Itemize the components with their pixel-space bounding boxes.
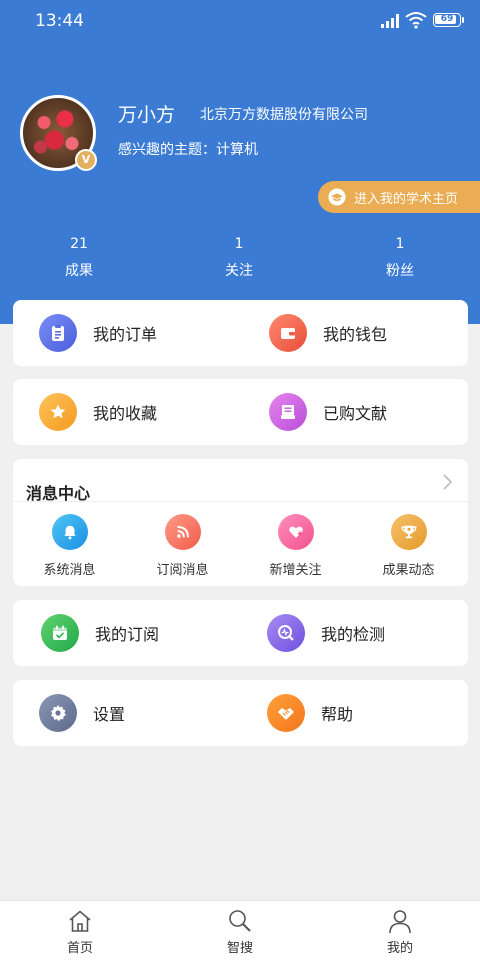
person-icon	[389, 910, 411, 934]
user-name: 万小方	[118, 104, 176, 126]
my-orders-label: 我的订单	[93, 325, 158, 344]
wifi-icon	[405, 12, 427, 29]
subscription-messages-item[interactable]: 订阅消息	[126, 514, 239, 578]
favorites-purchased-card: 我的收藏 已购文献	[13, 379, 468, 445]
subscriptions-checks-card: 我的订阅 我的检测	[13, 600, 468, 666]
tab-search-label: 智搜	[226, 941, 253, 956]
order-icon	[39, 314, 77, 352]
my-subscriptions-label: 我的订阅	[95, 625, 160, 644]
trophy-icon	[390, 514, 427, 550]
achievement-updates-item[interactable]: 成果动态	[352, 514, 465, 578]
signal-icon	[381, 14, 401, 28]
help-label: 帮助	[321, 705, 354, 724]
stat-label: 成果	[65, 263, 93, 279]
divider	[13, 501, 468, 502]
settings-item[interactable]: 设置	[39, 694, 125, 732]
stat-achievements[interactable]: 21 成果	[19, 236, 139, 280]
handshake-icon	[267, 694, 305, 732]
tab-home[interactable]: 首页	[0, 901, 160, 960]
my-wallet-item[interactable]: 我的钱包	[269, 314, 387, 352]
my-orders-item[interactable]: 我的订单	[39, 314, 157, 352]
stat-count: 1	[234, 236, 244, 252]
battery-level: 69	[440, 14, 454, 24]
my-checks-label: 我的检测	[321, 625, 386, 644]
new-followers-item[interactable]: 新增关注	[239, 514, 352, 578]
wallet-icon	[269, 314, 307, 352]
chevron-right-icon[interactable]	[438, 471, 456, 493]
settings-help-card: 设置 帮助	[13, 680, 468, 746]
stat-count: 21	[70, 236, 88, 252]
document-tray-icon	[269, 393, 307, 431]
message-center-card: 消息中心 系统消息 订阅消息 新增关注 成果动态	[13, 459, 468, 586]
gear-icon	[39, 694, 77, 732]
scholar-homepage-button[interactable]: 进入我的学术主页	[318, 181, 480, 213]
home-icon	[69, 910, 91, 932]
search-icon	[229, 910, 251, 932]
my-subscriptions-item[interactable]: 我的订阅	[41, 614, 159, 652]
battery-icon: 69	[433, 13, 464, 27]
status-bar: 13:44 69	[0, 0, 480, 40]
my-checks-item[interactable]: 我的检测	[267, 614, 385, 652]
heart-plus-icon	[277, 514, 314, 550]
stat-label: 粉丝	[386, 263, 414, 279]
stat-following[interactable]: 1 关注	[179, 236, 299, 280]
my-wallet-label: 我的钱包	[323, 325, 388, 344]
settings-label: 设置	[93, 705, 126, 724]
graduation-cap-icon	[328, 188, 346, 206]
user-organization: 北京万方数据股份有限公司	[200, 107, 368, 123]
status-time: 13:44	[35, 11, 84, 31]
star-icon	[39, 393, 77, 431]
verified-badge: V	[75, 149, 97, 171]
subscription-messages-label: 订阅消息	[156, 563, 209, 578]
purchased-docs-label: 已购文献	[323, 404, 388, 423]
my-favorites-label: 我的收藏	[93, 404, 158, 423]
tab-mine[interactable]: 我的	[320, 901, 480, 960]
tab-mine-label: 我的	[386, 941, 413, 956]
achievement-updates-label: 成果动态	[382, 563, 435, 578]
interest-topic: 感兴趣的主题：计算机	[118, 142, 258, 158]
my-favorites-item[interactable]: 我的收藏	[39, 393, 157, 431]
stat-followers[interactable]: 1 粉丝	[340, 236, 460, 280]
calendar-check-icon	[41, 614, 79, 652]
bell-icon	[51, 514, 88, 550]
help-item[interactable]: 帮助	[267, 694, 353, 732]
rss-icon	[164, 514, 201, 550]
bottom-tab-bar: 首页 智搜 我的	[0, 900, 480, 960]
system-messages-item[interactable]: 系统消息	[13, 514, 126, 578]
tab-search[interactable]: 智搜	[160, 901, 320, 960]
stat-label: 关注	[225, 263, 253, 279]
system-messages-label: 系统消息	[43, 563, 96, 578]
tab-home-label: 首页	[66, 941, 93, 956]
scholar-homepage-label: 进入我的学术主页	[354, 191, 459, 207]
search-pulse-icon	[267, 614, 305, 652]
new-followers-label: 新增关注	[269, 563, 322, 578]
stat-count: 1	[395, 236, 405, 252]
purchased-docs-item[interactable]: 已购文献	[269, 393, 387, 431]
orders-wallet-card: 我的订单 我的钱包	[13, 300, 468, 366]
